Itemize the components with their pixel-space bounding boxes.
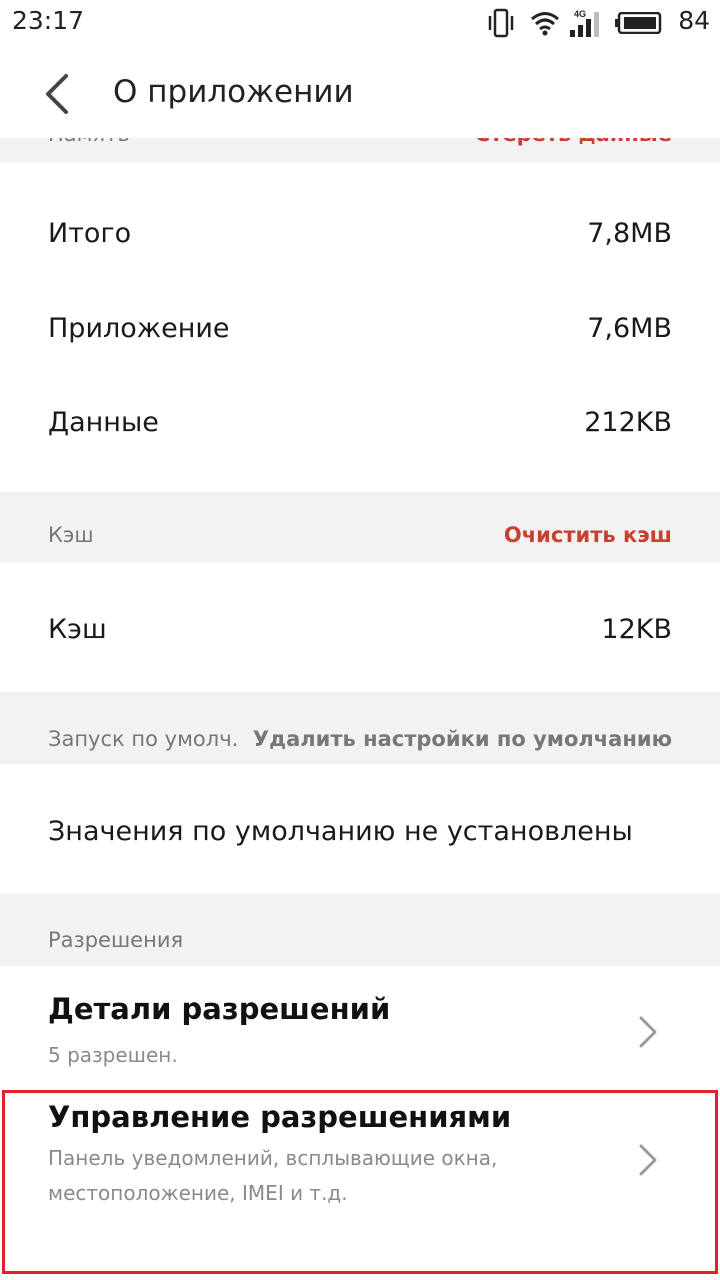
network-type-label: 4G: [574, 9, 586, 19]
memory-row-label: Приложение: [48, 313, 230, 344]
section-header-defaults: Запуск по умолч. Удалить настройки по ум…: [0, 692, 720, 764]
memory-row-label: Данные: [48, 407, 159, 438]
clear-cache-button[interactable]: Очистить кэш: [504, 523, 672, 547]
section-title-defaults: Запуск по умолч.: [48, 727, 239, 751]
section-title-permissions: Разрешения: [48, 928, 184, 952]
memory-row-value: 7,6MB: [587, 313, 672, 344]
permission-details-subtitle: 5 разрешен.: [48, 1043, 178, 1067]
memory-card: Итого 7,8MB Приложение 7,6MB Данные 212K…: [0, 162, 720, 492]
status-icons: 4G 84: [450, 6, 710, 40]
page-title: О приложении: [113, 74, 354, 110]
cache-row-value: 12KB: [601, 614, 672, 645]
signal-icon: 4G: [570, 9, 599, 37]
vibrate-icon: [488, 8, 514, 38]
battery-icon: [615, 12, 662, 34]
defaults-card: Значения по умолчанию не установлены: [0, 764, 720, 894]
permission-details-title: Детали разрешений: [48, 992, 391, 1026]
permission-details-item[interactable]: Детали разрешений 5 разрешен.: [0, 966, 720, 1088]
battery-level: 84: [678, 6, 710, 35]
memory-row-label: Итого: [48, 218, 132, 249]
back-arrow-icon[interactable]: [30, 66, 86, 122]
cache-card: Кэш 12KB: [0, 562, 720, 692]
highlight-box: [2, 1090, 718, 1274]
status-time: 23:17: [12, 6, 85, 35]
chevron-right-icon: [639, 1016, 657, 1048]
reset-defaults-button[interactable]: Удалить настройки по умолчанию: [253, 727, 672, 751]
wifi-icon: [531, 12, 559, 36]
defaults-status-text: Значения по умолчанию не установлены: [48, 816, 633, 847]
memory-row-value: 7,8MB: [587, 218, 672, 249]
status-bar: 23:17 4G 84: [0, 0, 720, 46]
app-bar: О приложении: [0, 46, 720, 138]
cache-row-label: Кэш: [48, 614, 107, 645]
memory-row-value: 212KB: [584, 407, 672, 438]
section-header-cache: Кэш Очистить кэш: [0, 492, 720, 562]
section-title-cache: Кэш: [48, 523, 94, 547]
section-header-permissions: Разрешения: [0, 894, 720, 966]
